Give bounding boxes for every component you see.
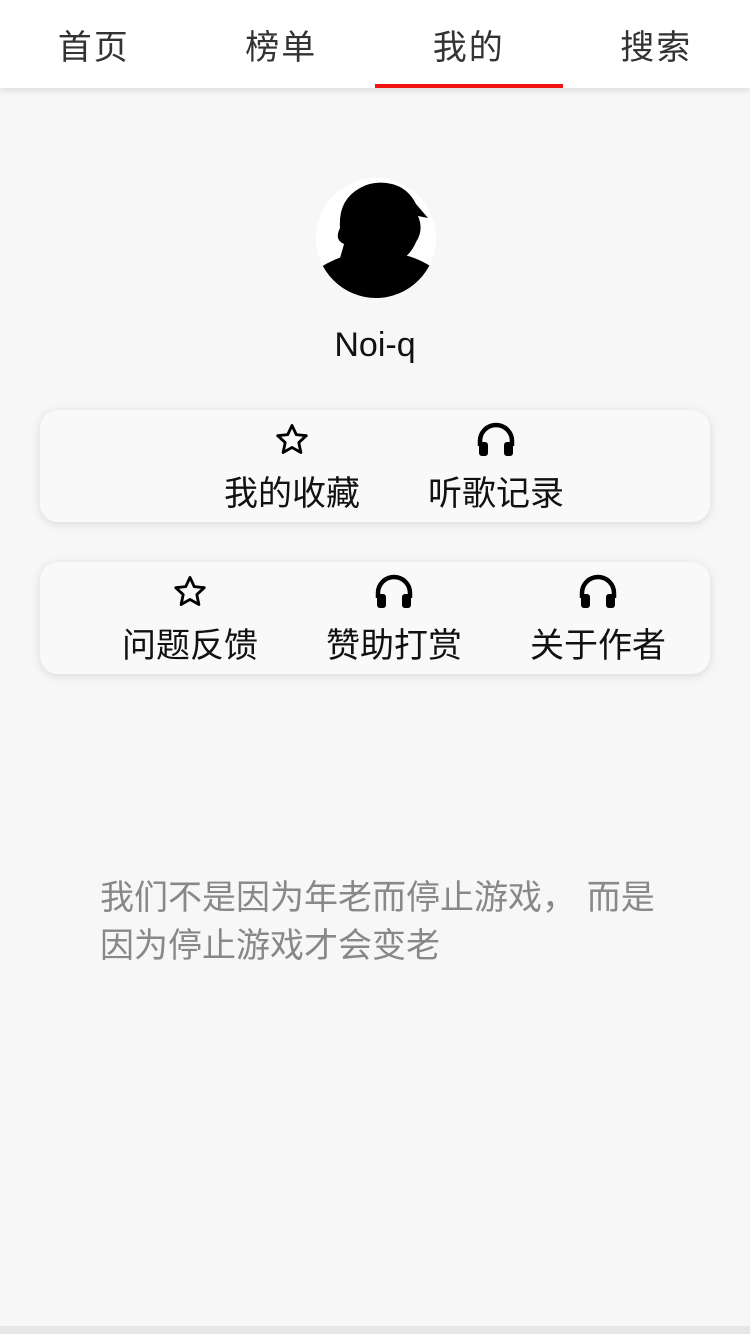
menu-item-about-author[interactable]: 关于作者 — [498, 572, 698, 672]
menu-item-label: 听歌记录 — [428, 474, 564, 514]
menu-card-primary: 我的收藏 听歌记录 — [40, 410, 710, 522]
avatar[interactable] — [316, 178, 436, 298]
menu-item-sponsor[interactable]: 赞助打赏 — [294, 572, 494, 672]
bottom-edge — [0, 1326, 750, 1334]
star-icon — [170, 572, 210, 612]
star-icon — [272, 420, 312, 460]
tab-charts[interactable]: 榜单 — [188, 0, 376, 88]
headphones-icon — [374, 572, 414, 612]
menu-item-feedback[interactable]: 问题反馈 — [90, 572, 290, 672]
tab-mine[interactable]: 我的 — [375, 0, 563, 88]
menu-item-label: 问题反馈 — [122, 626, 258, 666]
tab-home[interactable]: 首页 — [0, 0, 188, 88]
username: Noi-q — [334, 326, 416, 364]
menu-card-secondary: 问题反馈 赞助打赏 关于作者 — [40, 562, 710, 674]
headphones-icon — [578, 572, 618, 612]
menu-item-label: 我的收藏 — [224, 474, 360, 514]
quote-text: 我们不是因为年老而停止游戏， 而是因为停止游戏才会变老 — [100, 878, 655, 966]
headphones-icon — [476, 420, 516, 460]
menu-item-history[interactable]: 听歌记录 — [396, 420, 596, 520]
menu-item-label: 赞助打赏 — [326, 626, 462, 666]
top-tab-bar: 首页 榜单 我的 搜索 — [0, 0, 750, 88]
menu-item-favorites[interactable]: 我的收藏 — [192, 420, 392, 520]
menu-item-label: 关于作者 — [530, 626, 666, 666]
avatar-silhouette-icon — [316, 178, 436, 298]
tab-search[interactable]: 搜索 — [563, 0, 750, 88]
